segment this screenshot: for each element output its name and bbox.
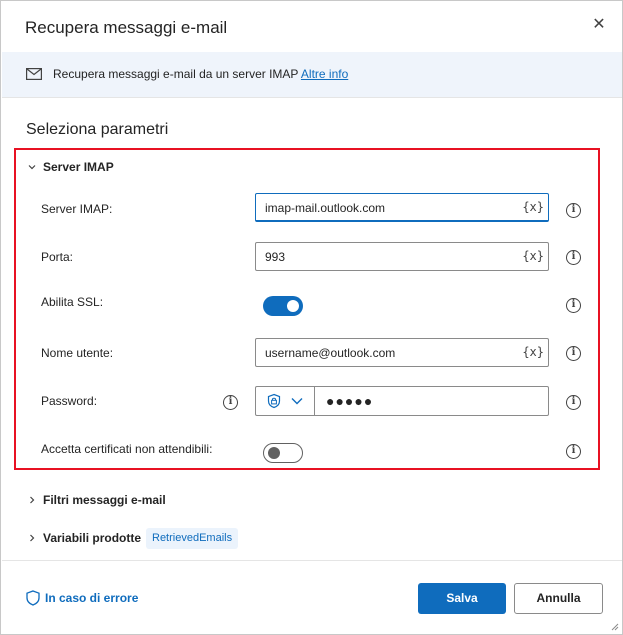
info-icon[interactable]: i [566, 250, 581, 265]
variable-button[interactable]: {x} [522, 200, 544, 214]
ssl-toggle[interactable] [263, 296, 303, 316]
group-label: Server IMAP [43, 160, 114, 174]
divider [2, 560, 622, 561]
chevron-right-icon [30, 534, 35, 542]
info-icon[interactable]: i [566, 298, 581, 313]
on-error-label: In caso di errore [45, 591, 139, 605]
shield-icon [26, 590, 40, 606]
variable-button[interactable]: {x} [522, 249, 544, 263]
password-type-dropdown[interactable] [256, 387, 315, 415]
close-icon[interactable]: ✕ [589, 15, 609, 35]
info-text: Recupera messaggi e-mail da un server IM… [53, 67, 348, 81]
server-label: Server IMAP: [41, 202, 113, 216]
group-email-filters[interactable]: Filtri messaggi e-mail [27, 493, 166, 507]
info-icon[interactable]: i [566, 346, 581, 361]
server-value: imap-mail.outlook.com [265, 201, 386, 215]
shield-lock-icon [267, 393, 281, 409]
port-value: 993 [265, 250, 286, 264]
divider [2, 97, 622, 98]
port-label: Porta: [41, 250, 74, 264]
section-title: Seleziona parametri [26, 121, 169, 138]
cancel-button[interactable]: Annulla [514, 583, 603, 614]
server-input[interactable]: imap-mail.outlook.com {x} [255, 193, 549, 222]
toggle-knob [268, 447, 280, 459]
username-input[interactable]: username@outlook.com {x} [255, 338, 549, 367]
on-error-link[interactable]: In caso di errore [26, 590, 138, 606]
password-label: Password: [41, 394, 98, 408]
info-icon[interactable]: i [566, 444, 581, 459]
chevron-down-icon [291, 398, 303, 405]
save-button[interactable]: Salva [418, 583, 506, 614]
username-value: username@outlook.com [265, 346, 396, 360]
mail-icon [26, 68, 42, 80]
untrusted-cert-label: Accetta certificati non attendibili: [41, 442, 213, 456]
password-value: ●●●●● [326, 393, 374, 409]
toggle-knob [287, 300, 299, 312]
dialog-title: Recupera messaggi e-mail [25, 18, 228, 37]
dialog: Recupera messaggi e-mail ✕ Recupera mess… [0, 0, 623, 635]
variable-chip[interactable]: RetrievedEmails [146, 528, 239, 549]
ssl-label: Abilita SSL: [41, 295, 104, 309]
group-produced-variables[interactable]: Variabili prodotte [27, 531, 141, 545]
untrusted-cert-toggle[interactable] [263, 443, 303, 463]
group-label: Filtri messaggi e-mail [43, 493, 166, 507]
port-input[interactable]: 993 {x} [255, 242, 549, 271]
info-icon[interactable]: i [566, 395, 581, 410]
group-label: Variabili prodotte [43, 531, 142, 545]
resize-grip-icon[interactable] [609, 621, 619, 631]
info-icon[interactable]: i [566, 203, 581, 218]
info-bar: Recupera messaggi e-mail da un server IM… [2, 52, 622, 97]
password-input[interactable]: ●●●●● [255, 386, 549, 416]
info-description: Recupera messaggi e-mail da un server IM… [53, 67, 299, 81]
info-icon[interactable]: i [223, 395, 238, 410]
group-server-imap[interactable]: Server IMAP [27, 160, 114, 174]
learn-more-link[interactable]: Altre info [301, 67, 348, 81]
chevron-right-icon [30, 496, 35, 504]
chevron-down-icon [28, 165, 36, 170]
variable-button[interactable]: {x} [522, 345, 544, 359]
username-label: Nome utente: [41, 346, 114, 360]
